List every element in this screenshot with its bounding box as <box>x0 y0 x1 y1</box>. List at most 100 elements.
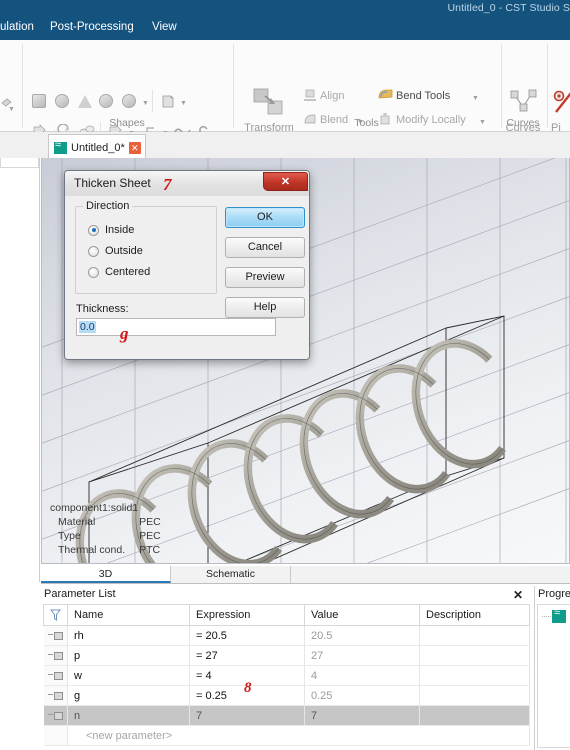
cell-value: 0.25 <box>304 685 420 706</box>
new-parameter-label[interactable]: <new parameter> <box>67 725 530 746</box>
menu-item-post-processing[interactable]: Post-Processing <box>50 21 134 33</box>
parameter-handle-icon <box>48 691 64 700</box>
thickness-value: 0.0 <box>79 321 96 333</box>
thicken-sheet-dialog[interactable]: Thicken Sheet ✕ Direction Inside Outside… <box>64 170 310 360</box>
table-row[interactable]: rh = 20.5 20.5 <box>43 625 530 646</box>
brick-shape-icon[interactable] <box>32 94 46 108</box>
annotation-step-7: 7 <box>163 175 172 194</box>
extrude-shape-icon[interactable] <box>160 93 176 109</box>
clipped-tool-caret-icon[interactable]: ▼ <box>8 106 15 113</box>
filter-funnel-icon[interactable] <box>49 609 62 621</box>
align-label[interactable]: Align <box>320 90 344 102</box>
progress-dock-body <box>537 604 570 748</box>
row-handle[interactable] <box>43 705 68 726</box>
clipped-tool-icon[interactable] <box>1 97 13 107</box>
sphere-shape-icon[interactable] <box>55 94 69 108</box>
bend-tools-caret-icon[interactable]: ▼ <box>472 95 479 102</box>
transform-icon[interactable] <box>252 86 286 120</box>
cell-expression[interactable]: = 27 <box>189 645 305 666</box>
row-handle[interactable] <box>43 665 68 686</box>
table-row[interactable]: n 7 7 <box>43 705 530 726</box>
cell-description[interactable] <box>419 645 530 666</box>
radio-centered[interactable]: Centered <box>88 266 150 278</box>
parameter-table: Name Expression Value Description rh = 2… <box>43 604 530 746</box>
radio-inside[interactable]: Inside <box>88 224 134 236</box>
cell-expression[interactable]: 7 <box>189 705 305 726</box>
cell-name[interactable]: p <box>67 645 190 666</box>
cancel-button[interactable]: Cancel <box>225 237 305 258</box>
model-info-value: PTC <box>139 544 161 556</box>
ok-button[interactable]: OK <box>225 207 305 228</box>
column-header-value[interactable]: Value <box>304 604 420 626</box>
cell-description[interactable] <box>419 625 530 646</box>
table-row[interactable]: w = 4 4 <box>43 665 530 686</box>
cell-description[interactable] <box>419 685 530 706</box>
help-button[interactable]: Help <box>225 297 305 318</box>
model-info-header: component1:solid1 <box>50 502 139 514</box>
radio-centered-icon[interactable] <box>88 266 99 278</box>
preview-button[interactable]: Preview <box>225 267 305 288</box>
ribbon-group-label-curves: Curves <box>506 117 540 129</box>
row-handle[interactable] <box>43 685 68 706</box>
radio-outside[interactable]: Outside <box>88 245 143 257</box>
cell-name[interactable]: rh <box>67 625 190 646</box>
column-header-description[interactable]: Description <box>419 604 530 626</box>
dialog-body: Direction Inside Outside Centered Thickn… <box>65 196 309 359</box>
cell-value: 20.5 <box>304 625 420 646</box>
cell-description[interactable] <box>419 665 530 686</box>
row-handle[interactable] <box>43 645 68 666</box>
curves-icon[interactable] <box>507 88 539 118</box>
document-tab-untitled-0[interactable]: Untitled_0* ✕ <box>48 134 146 158</box>
cell-name[interactable]: w <box>67 665 190 686</box>
thickness-input[interactable]: 0.0 <box>76 318 276 336</box>
bend-tools-icon[interactable] <box>378 88 393 102</box>
radio-inside-icon[interactable] <box>88 224 99 236</box>
cell-name[interactable]: n <box>67 705 190 726</box>
torus-shape-icon[interactable] <box>122 94 136 108</box>
cone-shape-icon[interactable] <box>78 95 92 108</box>
tab-schematic[interactable]: Schematic <box>171 566 291 583</box>
filter-column-header[interactable] <box>43 604 68 626</box>
menu-bar: ulation Post-Processing View <box>0 17 570 40</box>
picks-icon[interactable] <box>553 90 570 116</box>
dialog-title: Thicken Sheet <box>74 176 151 190</box>
dialog-close-icon[interactable]: ✕ <box>263 172 308 191</box>
parameter-handle-icon <box>48 631 64 640</box>
row-handle[interactable] <box>43 625 68 646</box>
tab-3d[interactable]: 3D <box>41 566 171 583</box>
model-info-overlay: component1:solid1 Material PEC Type PEC … <box>48 501 161 557</box>
shapes-more-caret-icon[interactable]: ▼ <box>142 100 149 107</box>
model-info-key: Thermal cond. <box>58 544 126 556</box>
bend-tools-label[interactable]: Bend Tools <box>396 90 450 102</box>
cylinder-shape-icon[interactable] <box>99 94 113 108</box>
model-info-row: Thermal cond. PTC <box>58 543 161 557</box>
menu-item-view[interactable]: View <box>152 21 177 33</box>
progress-dock-title: Progres <box>538 588 570 600</box>
title-bar: Untitled_0 - CST Studio S <box>0 0 570 17</box>
row-handle <box>43 725 68 746</box>
cell-description[interactable] <box>419 705 530 726</box>
new-parameter-row[interactable]: <new parameter> <box>43 725 530 746</box>
model-info-value: PEC <box>139 530 161 542</box>
model-info-row: Material PEC <box>58 515 161 529</box>
column-header-expression[interactable]: Expression <box>189 604 305 626</box>
document-tab-label: Untitled_0* <box>71 142 125 154</box>
table-row[interactable]: p = 27 27 <box>43 645 530 666</box>
cell-expression[interactable]: = 20.5 <box>189 625 305 646</box>
column-header-name[interactable]: Name <box>67 604 190 626</box>
cell-value: 7 <box>304 705 420 726</box>
cst-doc-icon[interactable] <box>552 607 566 623</box>
model-info-row: Type PEC <box>58 529 161 543</box>
view-tab-strip: 3D Schematic <box>41 566 570 584</box>
align-icon[interactable] <box>303 88 317 102</box>
menu-item-simulation[interactable]: ulation <box>0 21 34 33</box>
parameter-list-close-icon[interactable]: ✕ <box>513 588 523 602</box>
document-tab-close-icon[interactable]: ✕ <box>128 142 141 154</box>
extrude-caret-icon[interactable]: ▼ <box>180 100 187 107</box>
cst-studio-window: Untitled_0 - CST Studio S ulation Post-P… <box>0 0 570 750</box>
radio-centered-label: Centered <box>105 266 151 278</box>
direction-group: Direction Inside Outside Centered <box>75 200 217 294</box>
radio-outside-icon[interactable] <box>88 245 99 257</box>
table-row[interactable]: g = 0.25 0.25 <box>43 685 530 706</box>
cell-name[interactable]: g <box>67 685 190 706</box>
